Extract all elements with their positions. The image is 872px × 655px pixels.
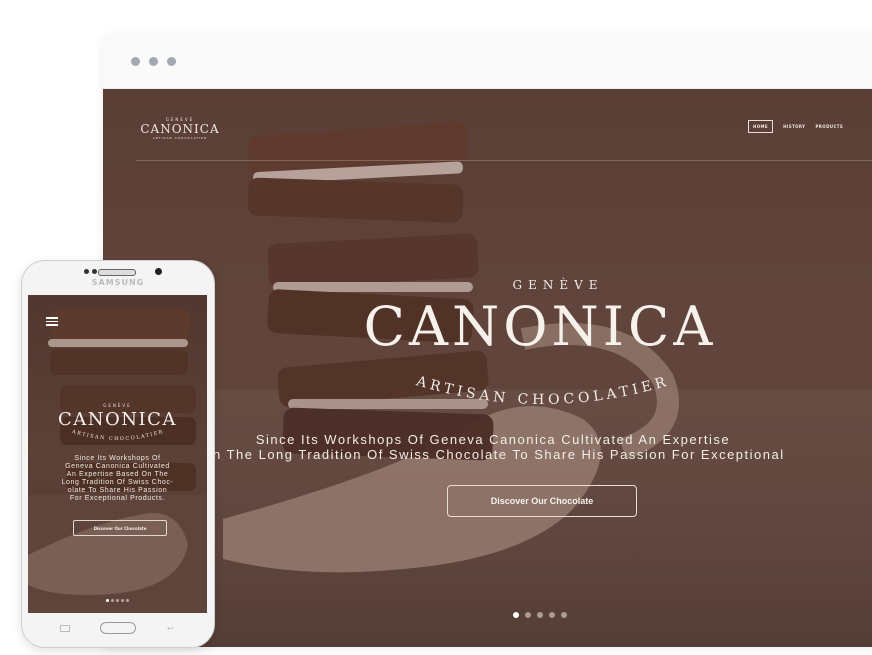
main-nav: HOME HISTORY PRODUCTS xyxy=(748,120,843,133)
hero-arc-text: ARTISAN CHOCOLATIER xyxy=(414,373,672,408)
phone-mockup: SAMSUNG GENÈVE CANONICA ARTISAN CHOCOLAT… xyxy=(21,260,215,648)
phone-screen: GENÈVE CANONICA ARTISAN CHOCOLATIER Sinc… xyxy=(28,295,207,613)
logo-subtitle: ARTISAN CHOCOLATIER xyxy=(152,136,208,140)
pager-dot[interactable] xyxy=(121,599,124,602)
camera-icon xyxy=(84,269,89,274)
phone-tagline-line: Geneva Canonica Cultivated xyxy=(65,463,170,470)
svg-text:ARTISAN CHOCOLATIER: ARTISAN CHOCOLATIER xyxy=(70,429,164,442)
recent-apps-icon[interactable] xyxy=(60,625,70,632)
phone-tagline-line: Long Tradition Of Swiss Choc- xyxy=(61,479,174,486)
phone-overlay xyxy=(28,295,207,613)
phone-discover-chocolate-button[interactable]: Discover Our Chocolate xyxy=(73,520,167,536)
browser-window: GENEVE CANONICA ARTISAN CHOCOLATIER HOME… xyxy=(103,33,872,647)
nav-divider xyxy=(136,160,872,161)
hamburger-menu-icon[interactable] xyxy=(46,317,58,328)
hero-tagline: Since Its Workshops Of Geneva Canonica C… xyxy=(103,432,872,462)
site-logo[interactable]: GENEVE CANONICA ARTISAN CHOCOLATIER xyxy=(140,117,220,140)
hero-kicker: GENÈVE xyxy=(512,278,604,292)
svg-text:ARTISAN CHOCOLATIER: ARTISAN CHOCOLATIER xyxy=(414,373,672,408)
phone-arc-text: ARTISAN CHOCOLATIER xyxy=(70,429,164,442)
pager-dot[interactable] xyxy=(116,599,119,602)
hero-tagline-line1: Since Its Workshops Of Geneva Canonica C… xyxy=(255,432,731,447)
back-icon[interactable]: ↩ xyxy=(167,624,174,633)
pager-dot[interactable] xyxy=(126,599,129,602)
hero-section: GENEVE CANONICA ARTISAN CHOCOLATIER HOME… xyxy=(103,89,872,647)
phone-tagline-line: An Expertise Based On The xyxy=(66,471,169,478)
phone-tagline: Since Its Workshops Of Geneva Canonica C… xyxy=(50,455,185,503)
front-camera-icon xyxy=(155,268,162,275)
discover-chocolate-button[interactable]: Discover Our Chocolate xyxy=(447,485,637,517)
phone-tagline-line: For Exceptional Products. xyxy=(69,495,166,502)
phone-arc-label: ARTISAN CHOCOLATIER xyxy=(70,429,163,442)
phone-kicker: GENÈVE xyxy=(103,403,132,408)
sensor-icon xyxy=(92,269,97,274)
hero-tagline-line2: On The Long Tradition Of Swiss Chocolate… xyxy=(201,447,785,462)
pager-dot[interactable] xyxy=(561,612,567,618)
pager-dot-active[interactable] xyxy=(513,612,519,618)
pager-dot[interactable] xyxy=(111,599,114,602)
phone-pager xyxy=(106,599,129,602)
window-dot-icon xyxy=(131,57,140,66)
pager-dot[interactable] xyxy=(549,612,555,618)
logo-wordmark: CANONICA xyxy=(140,122,220,136)
window-dot-icon xyxy=(167,57,176,66)
hero-pager xyxy=(513,612,567,618)
nav-products[interactable]: PRODUCTS xyxy=(815,124,843,129)
pager-dot[interactable] xyxy=(537,612,543,618)
phone-tagline-line: Since Its Workshops Of xyxy=(74,455,161,462)
phone-brand-label: SAMSUNG xyxy=(91,278,145,287)
window-dot-icon xyxy=(149,57,158,66)
phone-tagline-line: olate To Share His Passion xyxy=(67,487,168,494)
speaker-grille xyxy=(98,269,136,276)
nav-history[interactable]: HISTORY xyxy=(783,124,805,129)
browser-titlebar xyxy=(103,33,872,89)
pager-dot-active[interactable] xyxy=(106,599,109,602)
hero-arc-label: ARTISAN CHOCOLATIER xyxy=(414,373,668,408)
nav-home[interactable]: HOME xyxy=(748,120,774,133)
pager-dot[interactable] xyxy=(525,612,531,618)
home-button[interactable] xyxy=(100,622,136,634)
hero-brand: CANONICA xyxy=(363,295,717,358)
